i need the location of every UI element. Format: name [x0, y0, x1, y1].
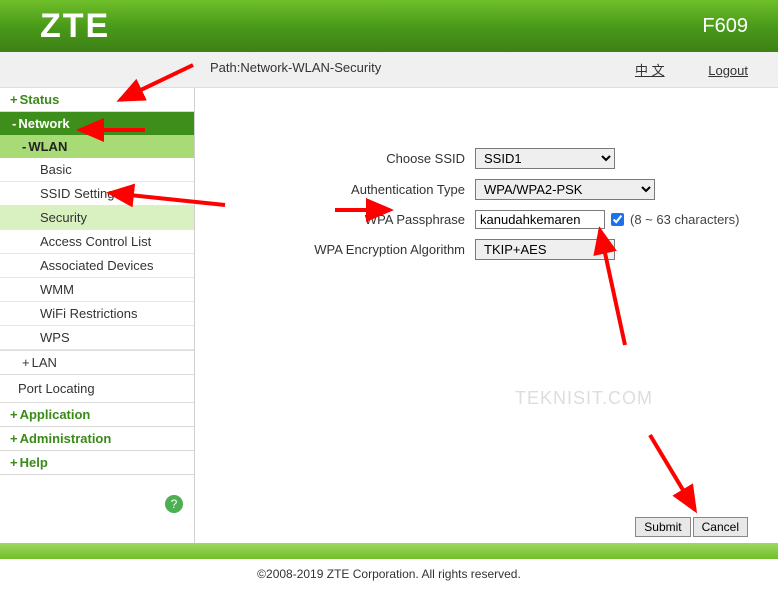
sidebar-item-associated[interactable]: Associated Devices — [0, 254, 194, 278]
sidebar: Status Network WLAN Basic SSID Settings … — [0, 88, 195, 543]
select-encryption[interactable]: TKIP+AES — [475, 239, 615, 260]
sidebar-item-network[interactable]: Network — [0, 112, 194, 135]
model-label: F609 — [702, 15, 748, 38]
passphrase-hint: (8 ~ 63 characters) — [630, 212, 739, 227]
input-wpa-passphrase[interactable] — [475, 210, 605, 229]
sidebar-item-wps[interactable]: WPS — [0, 326, 194, 350]
sidebar-item-wifi-restrictions[interactable]: WiFi Restrictions — [0, 302, 194, 326]
help-icon[interactable]: ? — [165, 495, 183, 513]
brand-logo: ZTE — [40, 7, 110, 46]
sidebar-item-status[interactable]: Status — [0, 88, 194, 112]
sidebar-item-administration[interactable]: Administration — [0, 427, 194, 451]
footer: ©2008-2019 ZTE Corporation. All rights r… — [0, 559, 778, 589]
sidebar-item-help[interactable]: Help — [0, 451, 194, 475]
sidebar-item-wlan[interactable]: WLAN — [0, 135, 194, 158]
content-panel: Choose SSID SSID1 Authentication Type WP… — [195, 88, 778, 543]
submit-button[interactable]: Submit — [635, 517, 690, 537]
sidebar-item-lan[interactable]: LAN — [0, 350, 194, 375]
sidebar-item-security[interactable]: Security — [0, 206, 194, 230]
sidebar-item-wmm[interactable]: WMM — [0, 278, 194, 302]
label-auth-type: Authentication Type — [225, 182, 475, 197]
watermark: TEKNISIT.COM — [515, 388, 653, 409]
sidebar-item-acl[interactable]: Access Control List — [0, 230, 194, 254]
select-auth-type[interactable]: WPA/WPA2-PSK — [475, 179, 655, 200]
checkbox-show-passphrase[interactable] — [611, 213, 624, 226]
logout-link[interactable]: Logout — [708, 63, 748, 78]
sidebar-item-basic[interactable]: Basic — [0, 158, 194, 182]
label-wpa-passphrase: WPA Passphrase — [225, 212, 475, 227]
header: ZTE F609 — [0, 0, 778, 52]
cancel-button[interactable]: Cancel — [693, 517, 748, 537]
language-link[interactable]: 中 文 — [635, 63, 665, 78]
breadcrumb: Path:Network-WLAN-Security — [210, 60, 595, 79]
sidebar-item-port-locating[interactable]: Port Locating — [0, 375, 194, 403]
select-ssid[interactable]: SSID1 — [475, 148, 615, 169]
label-encryption: WPA Encryption Algorithm — [225, 242, 475, 257]
top-bar: Path:Network-WLAN-Security 中 文 Logout — [0, 52, 778, 88]
bottom-bar: Submit Cancel — [0, 543, 778, 559]
label-choose-ssid: Choose SSID — [225, 151, 475, 166]
sidebar-item-ssid-settings[interactable]: SSID Settings — [0, 182, 194, 206]
sidebar-item-application[interactable]: Application — [0, 403, 194, 427]
